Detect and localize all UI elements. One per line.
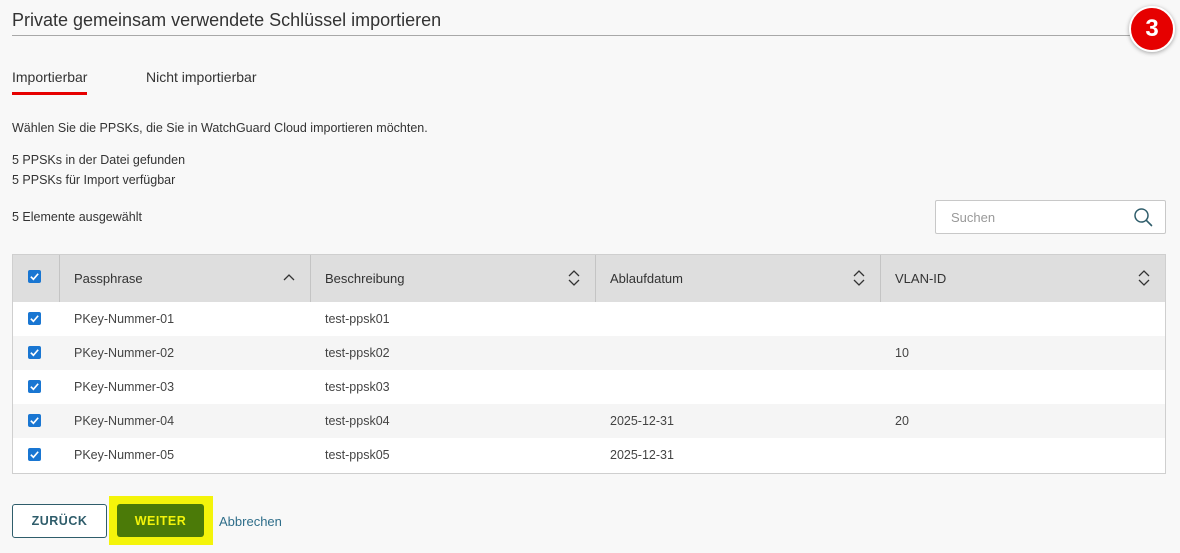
cell-passphrase: PKey-Nummer-03 <box>74 380 175 394</box>
cell-description: test-ppsk02 <box>325 346 390 360</box>
available-count-text: 5 PPSKs für Import verfügbar <box>12 173 176 187</box>
cell-passphrase: PKey-Nummer-01 <box>74 312 175 326</box>
cancel-link[interactable]: Abbrechen <box>219 514 282 529</box>
ppsk-table: Passphrase Beschreibung Ablaufdatum VLAN… <box>12 254 1166 474</box>
select-all-checkbox[interactable] <box>28 270 41 283</box>
column-header-vlan[interactable]: VLAN-ID <box>881 255 1165 302</box>
found-count-text: 5 PPSKs in der Datei gefunden <box>12 153 186 167</box>
cell-description: test-ppsk01 <box>325 312 390 326</box>
check-icon <box>30 349 39 357</box>
column-header-passphrase[interactable]: Passphrase <box>60 255 311 302</box>
column-header-expiry[interactable]: Ablaufdatum <box>596 255 881 302</box>
cell-expiry: 2025-12-31 <box>610 414 674 428</box>
header-select-cell <box>13 255 60 302</box>
column-label-description: Beschreibung <box>325 271 405 286</box>
selected-count-text: 5 Elemente ausgewählt <box>12 210 142 224</box>
row-checkbox[interactable] <box>28 448 41 461</box>
search-box <box>935 200 1166 234</box>
sort-icon[interactable] <box>567 269 581 287</box>
cell-description: test-ppsk03 <box>325 380 390 394</box>
check-icon <box>30 417 39 425</box>
check-icon <box>30 451 39 459</box>
table-row[interactable]: PKey-Nummer-02 test-ppsk02 10 <box>13 336 1165 370</box>
table-row[interactable]: PKey-Nummer-03 test-ppsk03 <box>13 370 1165 404</box>
cell-passphrase: PKey-Nummer-05 <box>74 448 175 462</box>
cell-passphrase: PKey-Nummer-02 <box>74 346 175 360</box>
cell-vlan: 20 <box>895 414 909 428</box>
check-icon <box>30 383 39 391</box>
next-button[interactable]: WEITER <box>117 504 204 537</box>
column-label-passphrase: Passphrase <box>74 271 143 286</box>
page-title: Private gemeinsam verwendete Schlüssel i… <box>12 10 442 30</box>
table-row[interactable]: PKey-Nummer-01 test-ppsk01 <box>13 302 1165 336</box>
back-button[interactable]: ZURÜCK <box>12 504 107 538</box>
step-badge: 3 <box>1129 6 1175 52</box>
title-divider <box>12 35 1152 36</box>
tab-not-importable[interactable]: Nicht importierbar <box>146 69 256 92</box>
row-checkbox[interactable] <box>28 312 41 325</box>
cell-description: test-ppsk05 <box>325 448 390 462</box>
search-icon[interactable] <box>1133 207 1153 227</box>
cell-vlan: 10 <box>895 346 909 360</box>
cell-description: test-ppsk04 <box>325 414 390 428</box>
table-row[interactable]: PKey-Nummer-05 test-ppsk05 2025-12-31 <box>13 438 1165 472</box>
tab-importable[interactable]: Importierbar <box>12 69 88 95</box>
cell-passphrase: PKey-Nummer-04 <box>74 414 175 428</box>
check-icon <box>30 315 39 323</box>
sort-icon[interactable] <box>852 269 866 287</box>
table-row[interactable]: PKey-Nummer-04 test-ppsk04 2025-12-31 20 <box>13 404 1165 438</box>
search-input[interactable] <box>936 201 1126 233</box>
row-checkbox[interactable] <box>28 346 41 359</box>
cell-expiry: 2025-12-31 <box>610 448 674 462</box>
row-checkbox[interactable] <box>28 414 41 427</box>
table-header: Passphrase Beschreibung Ablaufdatum VLAN… <box>13 255 1165 302</box>
instruction-text: Wählen Sie die PPSKs, die Sie in WatchGu… <box>12 121 428 135</box>
row-checkbox[interactable] <box>28 380 41 393</box>
column-header-description[interactable]: Beschreibung <box>311 255 596 302</box>
check-icon <box>30 273 39 281</box>
sort-icon[interactable] <box>1137 269 1151 287</box>
column-label-vlan: VLAN-ID <box>895 271 947 286</box>
column-label-expiry: Ablaufdatum <box>610 271 683 286</box>
sort-ascending-icon[interactable] <box>282 269 296 287</box>
